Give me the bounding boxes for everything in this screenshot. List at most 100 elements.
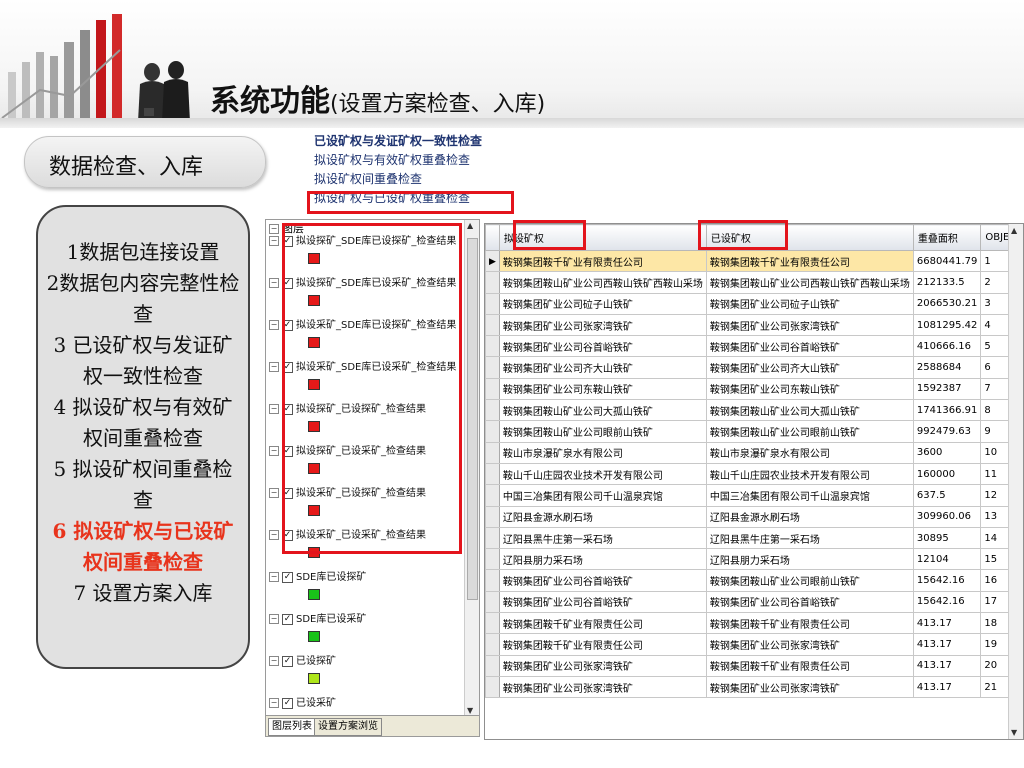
collapse-toggle-icon[interactable]: − <box>269 656 279 666</box>
row-selector[interactable] <box>485 590 500 614</box>
table-cell[interactable]: 1081295.42 <box>912 313 982 337</box>
row-selector[interactable] <box>485 292 500 315</box>
row-selector[interactable]: ▶ <box>485 249 500 273</box>
table-cell[interactable]: 鞍钢集团矿业公司谷首峪铁矿 <box>498 335 707 358</box>
table-row[interactable]: 鞍钢集团矿业公司谷首峪铁矿 鞍钢集团矿业公司谷首峪铁矿 410666.16 5 <box>485 335 1023 358</box>
table-cell[interactable]: 鞍山千山庄园农业技术开发有限公司 <box>498 462 707 486</box>
row-selector[interactable] <box>485 569 500 592</box>
table-cell[interactable]: 1592387 <box>912 377 982 401</box>
collapse-toggle-icon[interactable]: − <box>269 278 279 288</box>
row-selector[interactable] <box>485 356 500 379</box>
table-row[interactable]: 鞍钢集团矿业公司齐大山铁矿 鞍钢集团矿业公司齐大山铁矿 2588684 6 <box>485 356 1023 379</box>
collapse-toggle-icon[interactable]: − <box>269 698 279 708</box>
table-row[interactable]: 鞍山市泉瀑矿泉水有限公司 鞍山市泉瀑矿泉水有限公司 3600 10 <box>485 441 1023 464</box>
table-row[interactable]: 鞍钢集团矿业公司谷首峪铁矿 鞍钢集团矿业公司谷首峪铁矿 15642.16 17 <box>485 590 1023 614</box>
scroll-thumb[interactable] <box>467 238 478 600</box>
table-cell[interactable]: 鞍钢集团矿业公司张家湾铁矿 <box>705 675 914 699</box>
table-cell[interactable]: 鞍钢集团矿业公司谷首峪铁矿 <box>705 590 914 614</box>
table-cell[interactable]: 410666.16 <box>912 335 982 358</box>
table-row[interactable]: 中国三冶集团有限公司千山温泉宾馆 中国三冶集团有限公司千山温泉宾馆 637.5 12 <box>485 484 1023 507</box>
table-cell[interactable]: 6680441.79 <box>912 249 982 273</box>
row-selector[interactable] <box>485 335 500 358</box>
table-cell[interactable]: 鞍钢集团矿业公司张家湾铁矿 <box>705 633 914 656</box>
table-row[interactable]: 鞍钢集团矿业公司东鞍山铁矿 鞍钢集团矿业公司东鞍山铁矿 1592387 7 <box>485 377 1023 401</box>
table-cell[interactable]: 鞍钢集团矿业公司张家湾铁矿 <box>498 654 707 677</box>
table-cell[interactable]: 鞍钢集团鞍山矿业公司西鞍山铁矿西鞍山采场 <box>705 271 914 294</box>
table-cell[interactable]: 413.17 <box>912 654 982 677</box>
table-cell[interactable]: 鞍钢集团鞍千矿业有限责任公司 <box>498 633 707 656</box>
layer-visibility-checkbox[interactable]: ✓ <box>282 655 293 667</box>
row-selector[interactable] <box>485 654 500 677</box>
table-cell[interactable]: 鞍钢集团鞍山矿业公司西鞍山铁矿西鞍山采场 <box>498 271 707 294</box>
column-header-overlap-area[interactable]: 重叠面积 <box>912 224 982 251</box>
tab-scheme-browse[interactable]: 设置方案浏览 <box>314 718 382 736</box>
table-row[interactable]: 鞍钢集团鞍千矿业有限责任公司 鞍钢集团矿业公司张家湾铁矿 413.17 19 <box>485 633 1023 656</box>
menu-link-consistency-check[interactable]: 已设矿权与发证矿权一致性检查 <box>314 132 482 151</box>
table-cell[interactable]: 鞍钢集团矿业公司砬子山铁矿 <box>498 292 707 315</box>
layer-item[interactable]: − ✓ 已设探矿 <box>269 654 336 670</box>
table-cell[interactable]: 992479.63 <box>912 420 982 443</box>
table-cell[interactable]: 鞍钢集团鞍山矿业公司大孤山铁矿 <box>498 399 707 422</box>
table-cell[interactable]: 鞍钢集团矿业公司张家湾铁矿 <box>498 313 707 337</box>
table-cell[interactable]: 鞍山千山庄园农业技术开发有限公司 <box>705 462 914 486</box>
table-cell[interactable]: 鞍山市泉瀑矿泉水有限公司 <box>498 441 707 464</box>
table-row[interactable]: 鞍钢集团矿业公司张家湾铁矿 鞍钢集团矿业公司张家湾铁矿 413.17 21 <box>485 675 1023 699</box>
row-selector-header[interactable] <box>485 224 500 251</box>
table-cell[interactable]: 鞍钢集团鞍山矿业公司眼前山铁矿 <box>498 420 707 443</box>
table-cell[interactable]: 413.17 <box>912 675 982 699</box>
table-row[interactable]: 鞍钢集团矿业公司张家湾铁矿 鞍钢集团鞍千矿业有限责任公司 413.17 20 <box>485 654 1023 677</box>
collapse-toggle-icon[interactable]: − <box>269 320 279 330</box>
layer-visibility-checkbox[interactable]: ✓ <box>282 613 293 625</box>
row-selector[interactable] <box>485 377 500 401</box>
row-selector[interactable] <box>485 484 500 507</box>
table-cell[interactable]: 鞍钢集团矿业公司东鞍山铁矿 <box>498 377 707 401</box>
table-cell[interactable]: 30895 <box>912 526 982 550</box>
table-cell[interactable]: 鞍钢集团鞍山矿业公司大孤山铁矿 <box>705 399 914 422</box>
table-row[interactable]: 鞍钢集团矿业公司谷首峪铁矿 鞍钢集团鞍山矿业公司眼前山铁矿 15642.16 16 <box>485 569 1023 592</box>
table-cell[interactable]: 中国三冶集团有限公司千山温泉宾馆 <box>498 484 707 507</box>
scroll-up-icon[interactable]: ▲ <box>1011 226 1017 235</box>
table-cell[interactable]: 鞍钢集团矿业公司张家湾铁矿 <box>498 675 707 699</box>
table-cell[interactable]: 辽阳县金源水刷石场 <box>498 505 707 528</box>
collapse-toggle-icon[interactable]: − <box>269 572 279 582</box>
table-row[interactable]: 辽阳县黑牛庄第一采石场 辽阳县黑牛庄第一采石场 30895 14 <box>485 526 1023 550</box>
table-cell[interactable]: 辽阳县金源水刷石场 <box>705 505 914 528</box>
table-cell[interactable]: 鞍钢集团鞍千矿业有限责任公司 <box>498 612 707 635</box>
collapse-toggle-icon[interactable]: − <box>269 224 279 234</box>
table-row[interactable]: 鞍山千山庄园农业技术开发有限公司 鞍山千山庄园农业技术开发有限公司 160000 11 <box>485 462 1023 486</box>
scroll-down-icon[interactable]: ▼ <box>467 706 473 715</box>
table-cell[interactable]: 637.5 <box>912 484 982 507</box>
row-selector[interactable] <box>485 271 500 294</box>
table-row[interactable]: 鞍钢集团鞍山矿业公司西鞍山铁矿西鞍山采场 鞍钢集团鞍山矿业公司西鞍山铁矿西鞍山采场… <box>485 271 1023 294</box>
collapse-toggle-icon[interactable]: − <box>269 614 279 624</box>
collapse-toggle-icon[interactable]: − <box>269 362 279 372</box>
scroll-down-icon[interactable]: ▼ <box>1011 728 1017 737</box>
layer-scrollbar[interactable]: ▲ ▼ <box>464 220 479 716</box>
table-cell[interactable]: 413.17 <box>912 633 982 656</box>
table-cell[interactable]: 12104 <box>912 548 982 571</box>
table-cell[interactable]: 15642.16 <box>912 569 982 592</box>
table-cell[interactable]: 中国三冶集团有限公司千山温泉宾馆 <box>705 484 914 507</box>
table-cell[interactable]: 鞍钢集团矿业公司砬子山铁矿 <box>705 292 914 315</box>
table-cell[interactable]: 鞍山市泉瀑矿泉水有限公司 <box>705 441 914 464</box>
layer-item[interactable]: − ✓ SDE库已设探矿 <box>269 570 366 586</box>
table-cell[interactable]: 辽阳县朋力采石场 <box>498 548 707 571</box>
table-cell[interactable]: 2588684 <box>912 356 982 379</box>
layer-item[interactable]: − ✓ SDE库已设采矿 <box>269 612 366 628</box>
table-cell[interactable]: 鞍钢集团矿业公司东鞍山铁矿 <box>705 377 914 401</box>
scroll-up-icon[interactable]: ▲ <box>467 221 473 230</box>
table-cell[interactable]: 辽阳县朋力采石场 <box>705 548 914 571</box>
row-selector[interactable] <box>485 313 500 337</box>
table-cell[interactable]: 鞍钢集团鞍千矿业有限责任公司 <box>705 612 914 635</box>
table-cell[interactable]: 辽阳县黑牛庄第一采石场 <box>498 526 707 550</box>
row-selector[interactable] <box>485 526 500 550</box>
table-row[interactable]: 鞍钢集团鞍山矿业公司大孤山铁矿 鞍钢集团鞍山矿业公司大孤山铁矿 1741366.91… <box>485 399 1023 422</box>
collapse-toggle-icon[interactable]: − <box>269 236 279 246</box>
table-row[interactable]: 鞍钢集团矿业公司砬子山铁矿 鞍钢集团矿业公司砬子山铁矿 2066530.21 3 <box>485 292 1023 315</box>
table-cell[interactable]: 1741366.91 <box>912 399 982 422</box>
layer-item[interactable]: − ✓ 已设采矿 <box>269 696 336 712</box>
row-selector[interactable] <box>485 399 500 422</box>
table-row[interactable]: 辽阳县朋力采石场 辽阳县朋力采石场 12104 15 <box>485 548 1023 571</box>
table-cell[interactable]: 鞍钢集团矿业公司谷首峪铁矿 <box>498 569 707 592</box>
table-cell[interactable]: 309960.06 <box>912 505 982 528</box>
